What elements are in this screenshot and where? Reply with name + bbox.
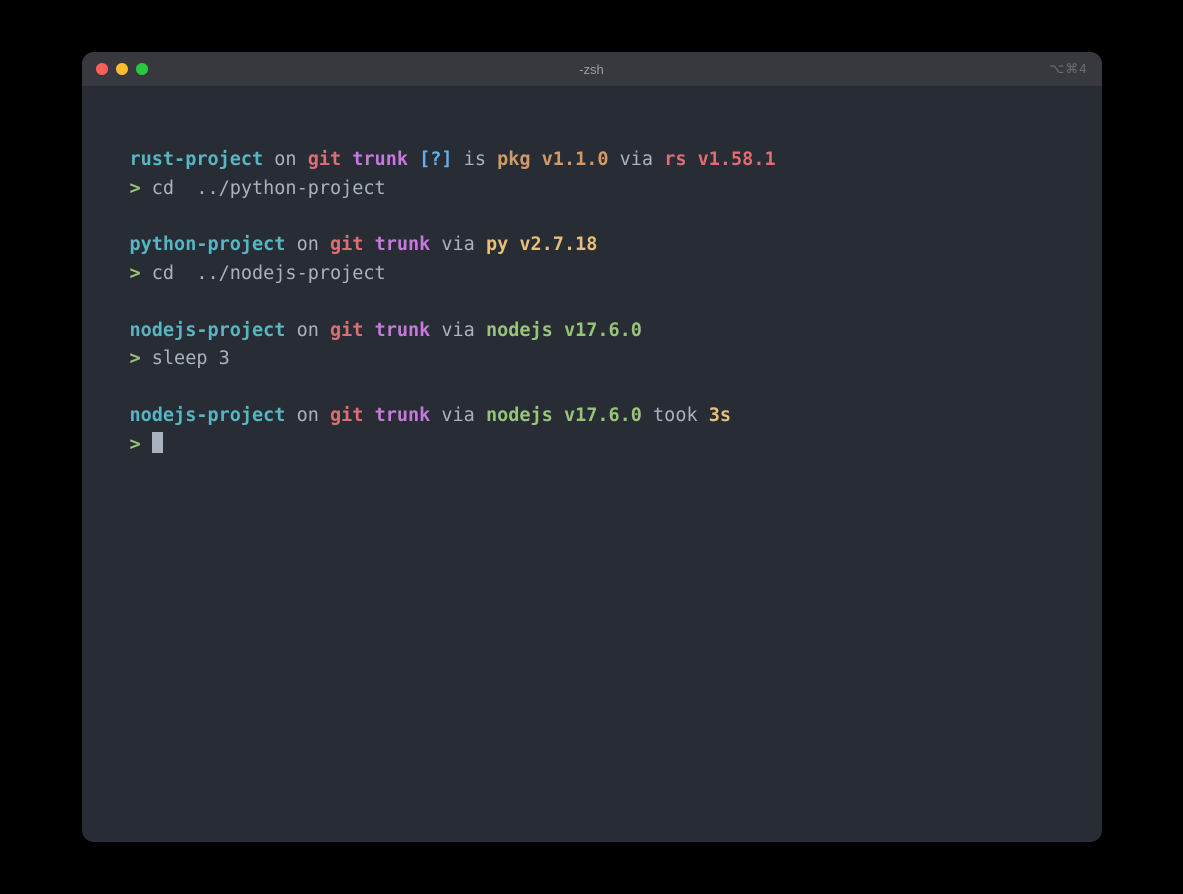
prompt-block: nodejs-project on git trunk via nodejs v…	[130, 402, 1054, 459]
minimize-button[interactable]	[116, 63, 128, 75]
prompt-line: rust-project on git trunk [?] is pkg v1.…	[130, 146, 1054, 175]
prompt-segment: trunk	[375, 234, 431, 255]
prompt-segment: git	[308, 149, 341, 170]
prompt-symbol: >	[130, 178, 141, 199]
prompt-segment: rs	[664, 149, 686, 170]
prompt-segment	[686, 149, 697, 170]
prompt-segment: git	[330, 405, 363, 426]
prompt-line: nodejs-project on git trunk via nodejs v…	[130, 317, 1054, 346]
maximize-button[interactable]	[136, 63, 148, 75]
prompt-segment: is	[453, 149, 498, 170]
prompt-symbol: >	[130, 348, 141, 369]
prompt-segment: py	[486, 234, 508, 255]
command-text: cd ../python-project	[152, 178, 386, 199]
prompt-segment: git	[330, 234, 363, 255]
titlebar: -zsh ⌥⌘4	[82, 52, 1102, 86]
window-shortcut-label: ⌥⌘4	[1049, 61, 1087, 77]
prompt-segment: on	[285, 234, 330, 255]
prompt-segment: python-project	[130, 234, 286, 255]
prompt-symbol: >	[130, 263, 141, 284]
prompt-segment	[363, 234, 374, 255]
prompt-segment: [?]	[408, 149, 453, 170]
prompt-segment: v17.6.0	[564, 405, 642, 426]
close-button[interactable]	[96, 63, 108, 75]
prompt-segment: via	[430, 405, 486, 426]
prompt-segment: on	[263, 149, 308, 170]
prompt-segment: pkg	[497, 149, 530, 170]
prompt-segment: rust-project	[130, 149, 264, 170]
command-line[interactable]: >	[130, 431, 1054, 460]
prompt-segment	[341, 149, 352, 170]
window-title: -zsh	[579, 62, 604, 77]
prompt-block: nodejs-project on git trunk via nodejs v…	[130, 317, 1054, 374]
prompt-segment: trunk	[352, 149, 408, 170]
prompt-segment	[508, 234, 519, 255]
prompt-block: python-project on git trunk via py v2.7.…	[130, 231, 1054, 288]
prompt-segment: trunk	[375, 320, 431, 341]
prompt-segment: via	[430, 234, 486, 255]
prompt-line: python-project on git trunk via py v2.7.…	[130, 231, 1054, 260]
command-line[interactable]: > cd ../nodejs-project	[130, 260, 1054, 289]
prompt-segment: nodejs-project	[130, 320, 286, 341]
prompt-segment: nodejs	[486, 320, 553, 341]
prompt-segment: v1.58.1	[698, 149, 776, 170]
prompt-segment	[553, 320, 564, 341]
terminal-body[interactable]: rust-project on git trunk [?] is pkg v1.…	[82, 86, 1102, 842]
cursor	[152, 432, 163, 453]
prompt-segment: on	[285, 405, 330, 426]
prompt-segment: v17.6.0	[564, 320, 642, 341]
command-line[interactable]: > cd ../python-project	[130, 175, 1054, 204]
prompt-segment: on	[285, 320, 330, 341]
prompt-segment: via	[430, 320, 486, 341]
prompt-segment	[553, 405, 564, 426]
prompt-segment: nodejs-project	[130, 405, 286, 426]
prompt-segment: trunk	[375, 405, 431, 426]
prompt-segment: 3s	[709, 405, 731, 426]
prompt-symbol: >	[130, 434, 141, 455]
prompt-block: rust-project on git trunk [?] is pkg v1.…	[130, 146, 1054, 203]
prompt-segment: git	[330, 320, 363, 341]
prompt-segment	[363, 320, 374, 341]
prompt-line: nodejs-project on git trunk via nodejs v…	[130, 402, 1054, 431]
traffic-lights	[96, 63, 148, 75]
command-text: sleep 3	[152, 348, 230, 369]
prompt-segment: via	[609, 149, 665, 170]
prompt-segment: took	[642, 405, 709, 426]
prompt-segment: nodejs	[486, 405, 553, 426]
prompt-segment	[531, 149, 542, 170]
terminal-window: -zsh ⌥⌘4 rust-project on git trunk [?] i…	[82, 52, 1102, 842]
prompt-segment: v2.7.18	[519, 234, 597, 255]
command-line[interactable]: > sleep 3	[130, 345, 1054, 374]
command-text: cd ../nodejs-project	[152, 263, 386, 284]
prompt-segment	[363, 405, 374, 426]
prompt-segment: v1.1.0	[542, 149, 609, 170]
